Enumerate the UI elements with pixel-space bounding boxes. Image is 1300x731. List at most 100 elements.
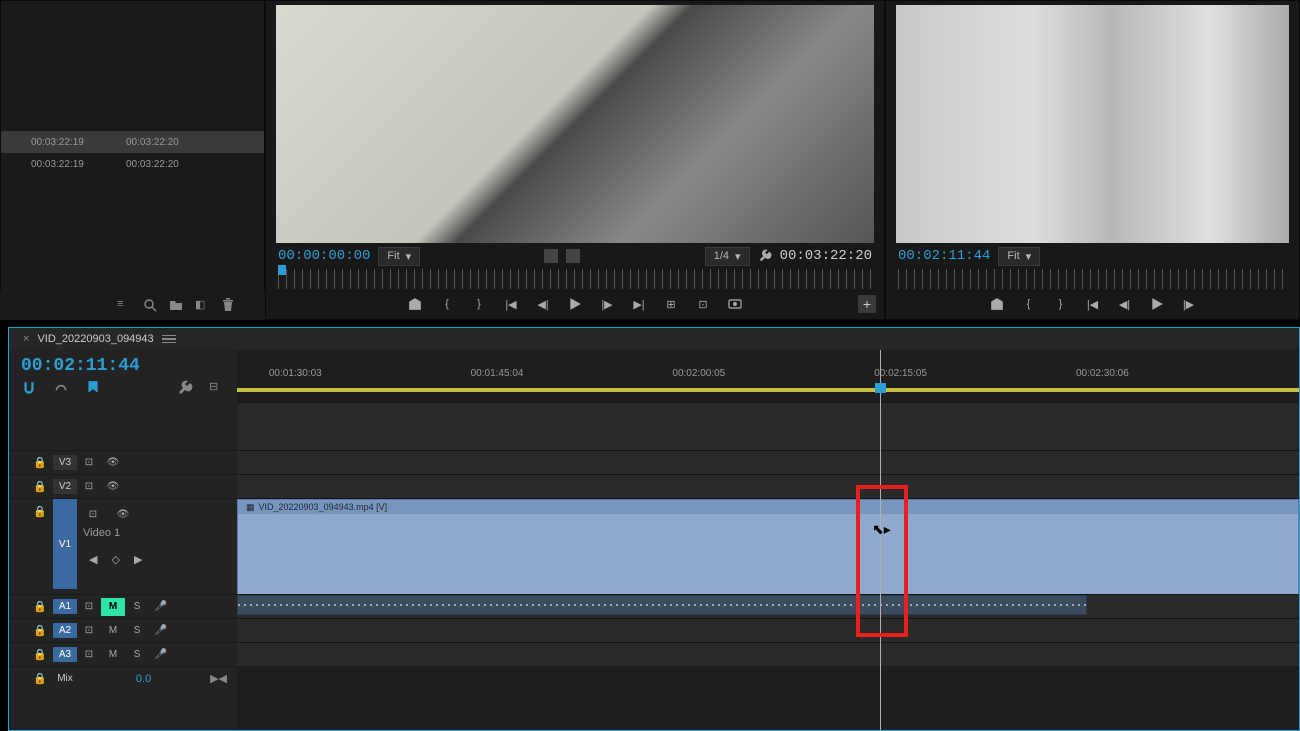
lock-icon[interactable]: 🔒 [9,624,53,637]
program-scrubber[interactable] [898,269,1287,289]
fit-dropdown[interactable]: Fit▾ [998,247,1040,266]
bracket-out-icon[interactable]: } [472,297,486,311]
voiceover-icon[interactable]: 🎤 [149,598,173,616]
solo-button[interactable]: S [125,646,149,664]
export-frame-icon[interactable] [728,297,742,311]
mute-button[interactable]: M [101,598,125,616]
project-bin[interactable]: 00:03:22:19 00:03:22:20 00:03:22:19 00:0… [0,0,265,320]
track-lane-a2[interactable] [237,618,1299,642]
lock-icon[interactable]: 🔒 [9,480,53,493]
panel-menu-icon[interactable] [162,335,176,344]
mute-button[interactable]: M [101,646,125,664]
playhead[interactable] [880,350,881,730]
add-button[interactable]: + [858,295,876,313]
eye-icon[interactable]: 👁 [101,478,125,496]
program-tc[interactable]: 00:02:11:44 [898,248,990,264]
track-header-v3[interactable]: 🔒 V3 ⊡ 👁 [9,450,237,474]
step-back-icon[interactable]: ◀| [536,297,550,311]
mix-value[interactable]: 0.0 [77,673,210,685]
sync-lock-icon[interactable]: ⊡ [77,622,101,640]
track-lane-a3[interactable] [237,642,1299,666]
bracket-out-icon[interactable]: } [1054,297,1068,311]
safe-margins-button[interactable] [544,249,558,263]
track-label[interactable]: V1 [53,499,77,589]
track-label[interactable]: A2 [53,623,77,638]
go-to-in-icon[interactable]: |◀ [504,297,518,311]
mix-track-row[interactable]: 🔒 Mix 0.0 ▶◀ [9,666,237,690]
lock-icon[interactable]: 🔒 [9,672,53,685]
play-icon[interactable] [1150,297,1164,311]
sequence-tab[interactable]: × VID_20220903_094943 [9,328,1299,350]
time-ruler[interactable]: 00:01:30:03 00:01:45:04 00:02:00:05 00:0… [237,350,1299,402]
eye-icon[interactable]: 👁 [101,454,125,472]
bracket-in-icon[interactable]: { [1022,297,1036,311]
lock-icon[interactable]: 🔒 [9,499,53,518]
track-header-a3[interactable]: 🔒 A3 ⊡ M S 🎤 [9,642,237,666]
track-label[interactable]: A1 [53,599,77,614]
track-lane-v3[interactable] [237,450,1299,474]
new-bin-icon[interactable] [169,298,183,312]
track-label[interactable]: V3 [53,455,77,470]
search-icon[interactable] [143,298,157,312]
wrench-icon[interactable] [758,249,772,263]
go-to-out-icon[interactable]: ▶| [632,297,646,311]
marker-icon[interactable] [85,380,101,396]
source-tc-in[interactable]: 00:00:00:00 [278,248,370,264]
mark-in-icon[interactable] [408,297,422,311]
step-back-icon[interactable]: ◀| [1118,297,1132,311]
add-keyframe-icon[interactable]: ◇ [111,553,119,566]
toggle-view-button[interactable] [566,249,580,263]
lock-icon[interactable]: 🔒 [9,456,53,469]
insert-icon[interactable]: ⊞ [664,297,678,311]
solo-button[interactable]: S [125,598,149,616]
bin-row[interactable]: 00:03:22:19 00:03:22:20 [1,153,264,175]
go-to-in-icon[interactable]: |◀ [1086,297,1100,311]
sync-lock-icon[interactable]: ⊡ [77,478,101,496]
step-fwd-icon[interactable]: |▶ [600,297,614,311]
list-view-icon[interactable]: ≡ [117,298,131,312]
linked-sel-icon[interactable] [53,380,69,396]
sync-lock-icon[interactable]: ⊡ [77,454,101,472]
wrench-icon[interactable] [177,380,193,396]
lock-icon[interactable]: 🔒 [9,648,53,661]
play-icon[interactable] [568,297,582,311]
track-label[interactable]: V2 [53,479,77,494]
timeline-tracks-area[interactable]: 00:01:30:03 00:01:45:04 00:02:00:05 00:0… [237,350,1299,730]
voiceover-icon[interactable]: 🎤 [149,622,173,640]
voiceover-icon[interactable]: 🎤 [149,646,173,664]
sync-lock-icon[interactable]: ⊡ [81,505,105,523]
playhead-handle[interactable] [875,383,886,393]
track-header-a2[interactable]: 🔒 A2 ⊡ M S 🎤 [9,618,237,642]
eye-icon[interactable]: 👁 [111,505,135,523]
bracket-in-icon[interactable]: { [440,297,454,311]
snap-icon[interactable] [21,380,37,396]
playhead-timecode[interactable]: 00:02:11:44 [21,356,225,376]
video-clip[interactable]: ▦VID_20220903_094943.mp4 [V] [237,499,1299,595]
tab-close-icon[interactable]: × [23,333,29,345]
resolution-dropdown[interactable]: 1/4▾ [705,247,750,266]
step-fwd-icon[interactable]: |▶ [1182,297,1196,311]
settings-icon[interactable]: ⊟ [209,380,225,396]
track-lane-v1[interactable]: ▦VID_20220903_094943.mp4 [V] [237,498,1299,594]
lock-icon[interactable]: 🔒 [9,600,53,613]
sync-lock-icon[interactable]: ⊡ [77,646,101,664]
in-point-marker[interactable] [278,265,286,275]
sync-lock-icon[interactable]: ⊡ [77,598,101,616]
audio-clip[interactable] [237,595,1087,615]
track-label[interactable]: A3 [53,647,77,662]
next-keyframe-icon[interactable]: ▶ [134,553,142,566]
source-scrubber[interactable] [278,269,872,289]
track-header-a1[interactable]: 🔒 A1 ⊡ M S 🎤 [9,594,237,618]
new-item-icon[interactable]: ◧ [195,298,209,312]
work-area-bar[interactable] [237,388,1299,392]
overwrite-icon[interactable]: ⊡ [696,297,710,311]
mark-in-icon[interactable] [990,297,1004,311]
track-lane-v2[interactable] [237,474,1299,498]
mute-button[interactable]: M [101,622,125,640]
track-header-v1[interactable]: 🔒 V1 ⊡ 👁 Video 1 ◀ [9,498,237,594]
bin-row[interactable]: 00:03:22:19 00:03:22:20 [1,131,264,153]
track-header-v2[interactable]: 🔒 V2 ⊡ 👁 [9,474,237,498]
prev-keyframe-icon[interactable]: ◀ [89,553,97,566]
track-lane-a1[interactable] [237,594,1299,618]
trash-icon[interactable] [221,298,235,312]
